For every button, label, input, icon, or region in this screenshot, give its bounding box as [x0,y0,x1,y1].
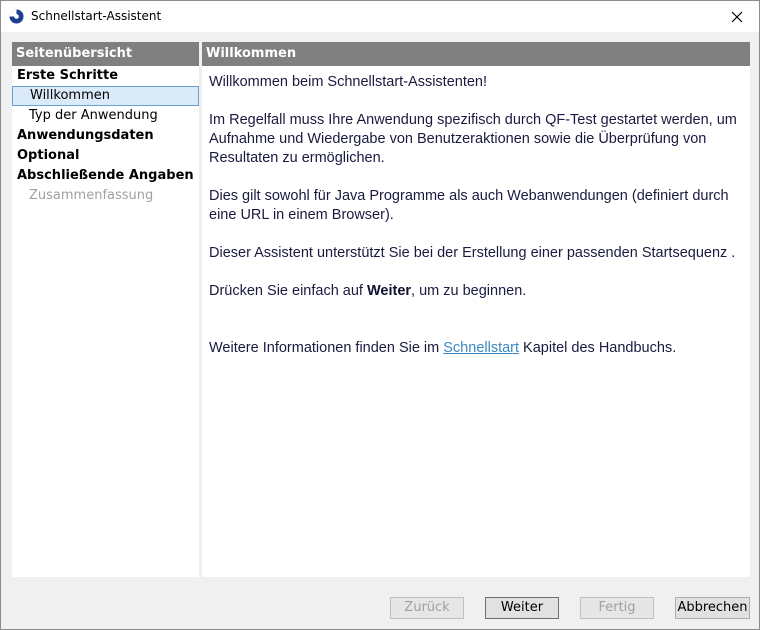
page-list: Erste Schritte Willkommen Typ der Anwend… [12,66,199,206]
nav-section-anwendungsdaten[interactable]: Anwendungsdaten [12,126,199,146]
more-info-text-end: Kapitel des Handbuchs. [519,340,677,356]
nav-item-willkommen[interactable]: Willkommen [12,86,199,106]
intro-paragraph: Im Regelfall muss Ihre Anwendung spezifi… [209,112,737,166]
instruction-text-start: Drücken Sie einfach auf [209,283,367,299]
more-info-text-start: Weitere Informationen finden Sie im [209,340,444,356]
next-button[interactable]: Weiter [485,597,559,619]
instruction-text-end: , um zu beginnen. [411,283,527,299]
nav-section-optional[interactable]: Optional [12,146,199,166]
instruction-paragraph: Drücken Sie einfach auf Weiter, um zu be… [209,282,743,301]
welcome-text: Willkommen beim Schnellstart-Assistenten… [209,74,488,90]
qftest-app-icon [9,9,24,24]
nav-section-abschliessende-angaben[interactable]: Abschließende Angaben [12,166,199,186]
scope-paragraph: Dies gilt sowohl für Java Programme als … [209,188,729,223]
close-button[interactable] [714,1,759,32]
page-overview-header: Seitenübersicht [12,42,199,66]
more-info-paragraph: Weitere Informationen finden Sie im Schn… [209,339,743,358]
finish-button[interactable]: Fertig [580,597,654,619]
wizard-window: Schnellstart-Assistent Seitenübersicht E… [0,0,760,630]
weiter-emphasis: Weiter [366,283,412,299]
nav-item-zusammenfassung: Zusammenfassung [29,188,154,203]
page-title: Willkommen [202,42,750,66]
page-overview-panel: Seitenübersicht Erste Schritte Willkomme… [12,42,199,577]
close-icon [731,11,743,23]
cancel-button[interactable]: Abbrechen [675,597,750,619]
window-title: Schnellstart-Assistent [31,9,162,23]
nav-section-erste-schritte[interactable]: Erste Schritte [12,66,199,86]
content-body: Willkommen beim Schnellstart-Assistenten… [202,66,750,358]
schnellstart-link[interactable]: Schnellstart [443,340,519,356]
title-bar: Schnellstart-Assistent [1,1,759,32]
content-panel: Willkommen Willkommen beim Schnellstart-… [202,42,750,577]
assistant-paragraph: Dieser Assistent unterstützt Sie bei der… [209,245,736,261]
back-button[interactable]: Zurück [390,597,464,619]
nav-item-typ-der-anwendung[interactable]: Typ der Anwendung [12,106,199,126]
